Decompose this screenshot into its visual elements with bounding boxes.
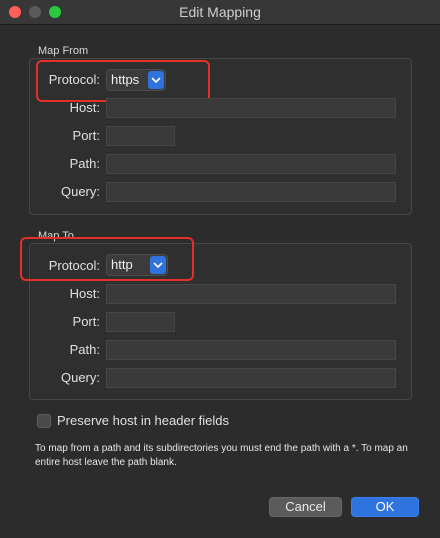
map-from-port-label: Port: bbox=[72, 128, 100, 143]
preserve-host-label[interactable]: Preserve host in header fields bbox=[57, 413, 229, 428]
map-to-query-label: Query: bbox=[60, 370, 100, 385]
map-from-protocol-highlight bbox=[36, 60, 210, 102]
map-from-port-field[interactable] bbox=[106, 126, 175, 146]
path-hint-text: To map from a path and its subdirectorie… bbox=[35, 443, 408, 468]
window-title: Edit Mapping bbox=[179, 4, 261, 20]
map-from-path-field[interactable] bbox=[106, 154, 396, 174]
map-to-host-label: Host: bbox=[69, 286, 100, 301]
map-from-path-label: Path: bbox=[69, 156, 100, 171]
map-from-query-label: Query: bbox=[60, 184, 100, 199]
map-from-host-label: Host: bbox=[69, 100, 100, 115]
map-to-port-label: Port: bbox=[72, 314, 100, 329]
map-to-host-field[interactable] bbox=[106, 284, 396, 304]
map-to-port-field[interactable] bbox=[106, 312, 175, 332]
cancel-button[interactable]: Cancel bbox=[269, 497, 342, 517]
edit-mapping-window: Edit Mapping Map From Protocol: https Ho… bbox=[0, 0, 440, 538]
map-from-label: Map From bbox=[38, 45, 89, 57]
map-to-protocol-highlight bbox=[20, 237, 194, 281]
preserve-host-checkbox[interactable] bbox=[37, 414, 51, 428]
map-to-path-field[interactable] bbox=[106, 340, 396, 360]
map-from-query-field[interactable] bbox=[106, 182, 396, 202]
map-to-query-field[interactable] bbox=[106, 368, 396, 388]
ok-button[interactable]: OK bbox=[351, 497, 419, 517]
map-from-host-field[interactable] bbox=[106, 98, 396, 118]
title-bar: Edit Mapping bbox=[0, 0, 440, 25]
map-to-path-label: Path: bbox=[69, 342, 100, 357]
